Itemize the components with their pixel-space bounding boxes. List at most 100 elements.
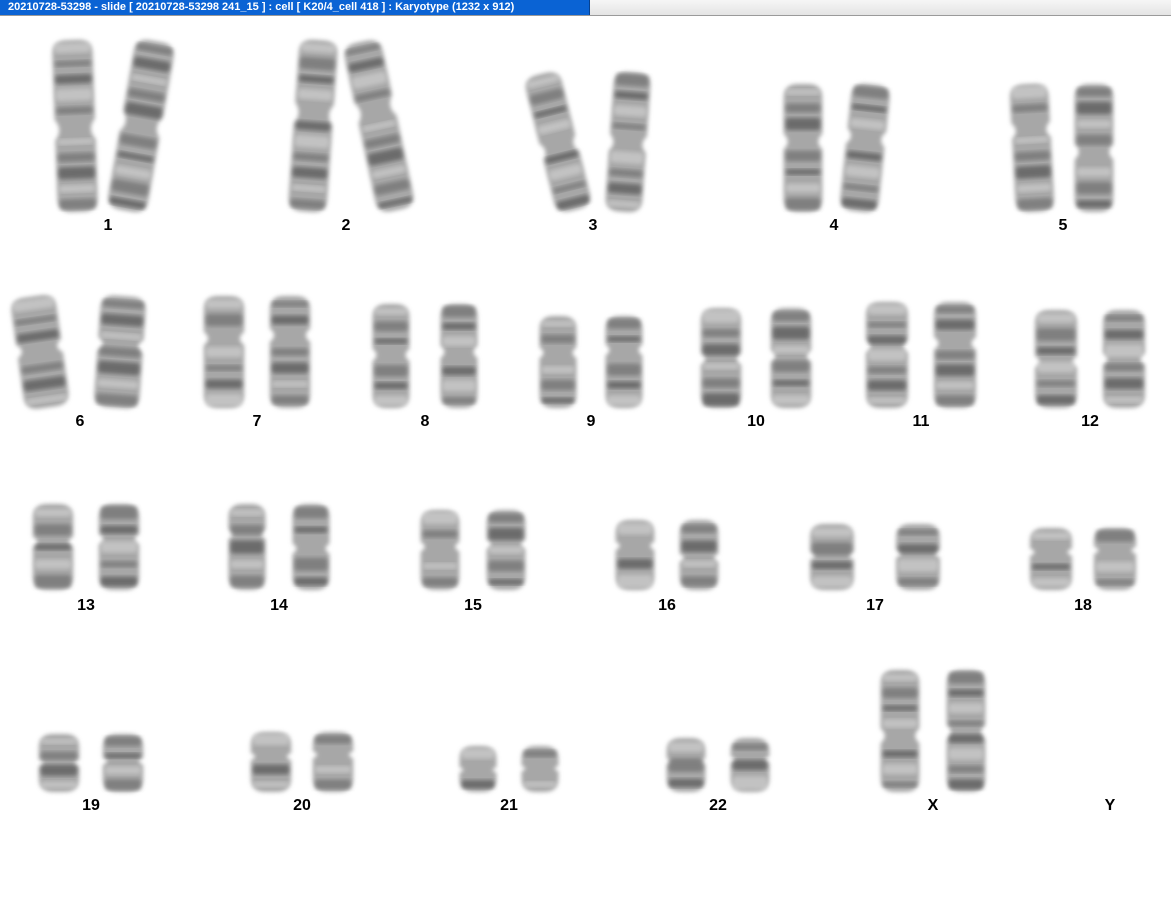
chromosome-5-b-band — [1076, 120, 1112, 128]
chromosome-18-a-band — [1032, 577, 1070, 587]
chromosome-10-b-band — [772, 311, 810, 321]
chromosome-7-a-band — [205, 394, 243, 406]
chromosome-9-a-band — [541, 320, 575, 327]
chromosome-7-b-band — [271, 381, 309, 387]
chromosome-11-b-band — [936, 306, 974, 313]
chromosome-12-a-body — [1035, 310, 1077, 408]
chromosome-9-b-body — [605, 316, 643, 408]
chromosome-9-b-band — [607, 336, 641, 342]
chromosome-6-a[interactable] — [10, 293, 71, 410]
chromosome-x-a[interactable] — [880, 670, 920, 792]
chromosome-21-b[interactable] — [521, 746, 559, 792]
chromosome-2-b[interactable] — [342, 38, 416, 214]
chromosome-1-a[interactable] — [52, 39, 98, 213]
chromosome-20-b[interactable] — [312, 732, 354, 792]
chromosome-10-b[interactable] — [770, 308, 812, 408]
chromosome-14-a-band — [230, 525, 264, 535]
chromosome-7-b-band — [271, 348, 309, 356]
chromosome-1-a-band — [54, 42, 91, 54]
chromosome-6-b[interactable] — [93, 295, 146, 410]
window-tab[interactable]: 20210728-53298 - slide [ 20210728-53298 … — [0, 0, 590, 15]
chromosome-11-b[interactable] — [934, 302, 976, 408]
chromosome-8-a-band — [374, 308, 408, 315]
chromosome-1-b[interactable] — [106, 38, 176, 214]
chromosome-x-b[interactable] — [946, 670, 986, 792]
chromosome-13-b[interactable] — [98, 504, 140, 590]
chromosome-18-a-band — [1032, 564, 1070, 570]
chromosome-11-a-band — [868, 366, 906, 374]
chromosome-7-a[interactable] — [203, 296, 245, 408]
chromosome-10-a-body — [700, 308, 742, 408]
chromosome-3-a[interactable] — [523, 70, 593, 215]
chromosome-15-b-band — [488, 560, 524, 572]
chromosome-11-b-band — [936, 395, 974, 406]
chromosome-14-a[interactable] — [228, 504, 266, 590]
chromosome-10-b-band — [772, 345, 810, 354]
chromosome-5-b[interactable] — [1074, 84, 1114, 212]
chromosome-11-a-band — [868, 335, 906, 345]
chromosome-16-a[interactable] — [615, 520, 655, 590]
chromosome-12-b[interactable] — [1103, 310, 1145, 408]
chromosome-15-a-band — [422, 530, 458, 538]
chromosome-1-a-band — [55, 88, 93, 102]
chromosome-19-b[interactable] — [102, 734, 144, 792]
chromosome-label-y: Y — [1104, 797, 1116, 814]
chromosome-8-a-band — [374, 338, 408, 344]
chromosome-11-a[interactable] — [866, 302, 908, 408]
chromosome-9-a-band — [541, 366, 575, 374]
chromosome-8-b[interactable] — [440, 304, 478, 408]
chromosome-10-a-band — [702, 329, 740, 337]
chromosome-11-b-band — [936, 364, 974, 376]
chromosome-8-b-band — [442, 305, 476, 317]
chromosome-21-a[interactable] — [459, 746, 497, 792]
chromosome-19-a-band — [40, 738, 78, 744]
chromosome-13-b-band — [100, 576, 138, 587]
chromosome-19-a[interactable] — [38, 734, 80, 792]
chromosome-20-b-band — [314, 779, 352, 790]
chromosome-5-a[interactable] — [1009, 83, 1054, 213]
chromosome-11-a-band — [868, 322, 906, 328]
chromosome-18-b-band — [1096, 529, 1134, 542]
chromosome-9-a[interactable] — [539, 316, 577, 408]
chromosome-4-b[interactable] — [839, 82, 891, 213]
chromosome-20-a[interactable] — [250, 732, 292, 792]
chromosome-10-b-band — [772, 326, 810, 340]
chromosome-7-b[interactable] — [269, 296, 311, 408]
chromosome-10-a-band — [702, 378, 740, 388]
window-title: 20210728-53298 - slide [ 20210728-53298 … — [8, 1, 515, 13]
chromosome-18-a[interactable] — [1030, 528, 1072, 590]
chromosome-18-b[interactable] — [1094, 528, 1136, 590]
chromosome-13-a[interactable] — [32, 504, 74, 590]
chromosome-11-a-band — [868, 349, 906, 361]
chromosome-9-b[interactable] — [605, 316, 643, 408]
chromosome-8-a[interactable] — [372, 304, 410, 408]
chromosome-20-a-band — [252, 781, 290, 788]
chromosome-15-b-band — [488, 513, 524, 523]
chromosome-15-b[interactable] — [486, 510, 526, 590]
chromosome-16-b-band — [681, 576, 717, 587]
chromosome-8-b-band — [442, 397, 476, 404]
chromosome-17-a[interactable] — [810, 524, 854, 590]
chromosome-5-b-band — [1076, 134, 1112, 146]
chromosome-22-b[interactable] — [730, 738, 770, 792]
chromosome-label-17: 17 — [866, 597, 884, 614]
chromosome-3-b[interactable] — [605, 71, 652, 213]
chromosome-22-a[interactable] — [666, 738, 706, 792]
chromosome-16-b[interactable] — [679, 520, 719, 590]
chromosome-1-a-band — [59, 184, 96, 193]
chromosome-4-a-band — [785, 89, 821, 95]
chromosome-17-b[interactable] — [896, 524, 940, 590]
chromosome-14-b[interactable] — [292, 504, 330, 590]
chromosome-4-a[interactable] — [783, 84, 823, 212]
chromosome-12-a[interactable] — [1035, 310, 1077, 408]
chromosome-15-b-band — [488, 579, 524, 585]
chromosome-x-a-band — [882, 687, 918, 698]
chromosome-16-b-band — [681, 524, 717, 533]
chromosome-8-a-body — [372, 304, 410, 408]
chromosome-10-a[interactable] — [700, 308, 742, 408]
chromosome-2-a[interactable] — [288, 39, 339, 213]
chromosome-11-a-band — [868, 380, 906, 391]
chromosome-8-b-band — [442, 336, 476, 346]
chromosome-13-a-band — [34, 524, 72, 536]
chromosome-15-a[interactable] — [420, 510, 460, 590]
